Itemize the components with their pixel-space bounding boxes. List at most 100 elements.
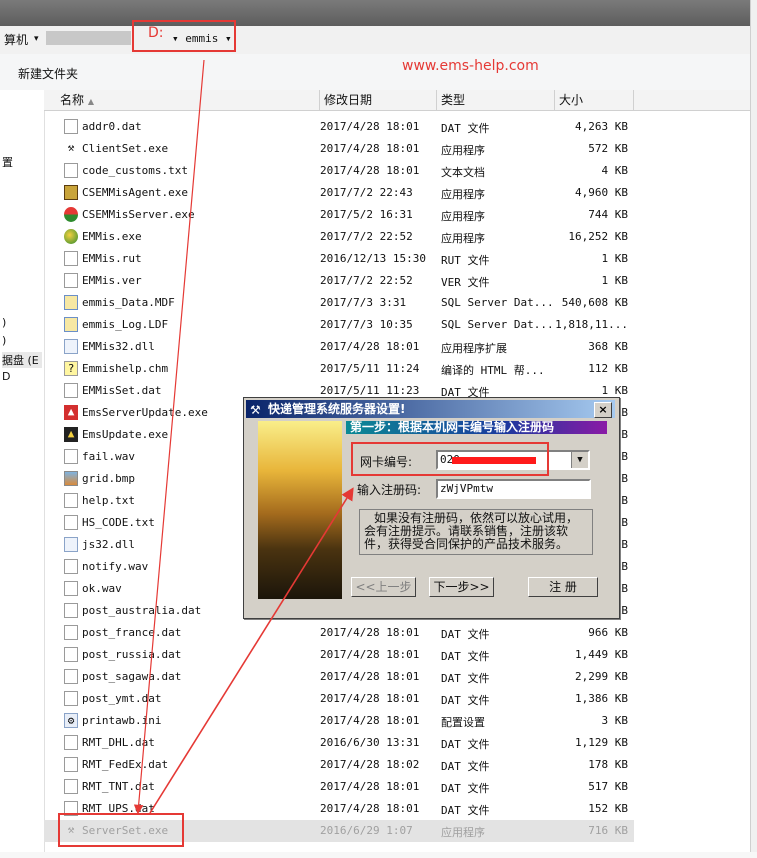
- file-name: notify.wav: [82, 560, 149, 573]
- file-size: 540,608 KB: [561, 296, 628, 309]
- file-name: CSEMMisServer.exe: [82, 208, 195, 221]
- file-type: DAT 文件: [441, 782, 490, 795]
- file-date: 2017/7/2 22:52: [320, 274, 413, 287]
- file-row[interactable]: CSEMMisServer.exe 2017/5/2 16:31 应用程序 744 K…: [44, 204, 634, 226]
- file-date: 2017/4/28 18:01: [320, 714, 420, 727]
- file-date: 2017/4/28 18:01: [320, 648, 420, 661]
- file-row[interactable]: RMT_DHL.dat 2016/6/30 13:31 DAT 文件 1,129 KB: [44, 732, 634, 754]
- doc-icon: [64, 691, 78, 706]
- file-row[interactable]: EMMis.rut 2016/12/13 15:30 RUT 文件 1 KB: [44, 248, 634, 270]
- column-header-date[interactable]: 修改日期: [320, 90, 437, 110]
- file-size: 517 KB: [588, 780, 628, 793]
- file-row[interactable]: ⚙ printawb.ini 2017/4/28 18:01 配置设置 3 KB: [44, 710, 634, 732]
- file-name: EMMis.ver: [82, 274, 142, 287]
- dll-icon: [64, 537, 78, 552]
- nav-item[interactable]: 置: [2, 154, 13, 170]
- file-name: emmis_Data.MDF: [82, 296, 175, 309]
- vertical-scrollbar[interactable]: [750, 0, 757, 852]
- file-row[interactable]: ⚒ ClientSet.exe 2017/4/28 18:01 应用程序 572 KB: [44, 138, 634, 160]
- file-row[interactable]: ? Emmishelp.chm 2017/5/11 11:24 编译的 HTML 帮.…: [44, 358, 634, 380]
- nav-item[interactable]: ): [2, 334, 6, 347]
- file-date: 2017/4/28 18:02: [320, 758, 420, 771]
- server-settings-dialog: ⚒ 快递管理系统服务器设置! × 第一步：根据本机网卡编号输入注册码 网卡编号:…: [243, 397, 620, 619]
- file-size: 1 KB: [601, 274, 629, 287]
- doc-icon: [64, 669, 78, 684]
- file-row[interactable]: post_france.dat 2017/4/28 18:01 DAT 文件 966 …: [44, 622, 634, 644]
- file-name: emmis_Log.LDF: [82, 318, 169, 331]
- file-size: 1,449 KB: [575, 648, 628, 661]
- file-row[interactable]: code_customs.txt 2017/4/28 18:01 文本文档 4 KB: [44, 160, 634, 182]
- file-type: 编译的 HTML 帮...: [441, 364, 545, 377]
- file-name: RMT_FedEx.dat: [82, 758, 169, 771]
- close-icon[interactable]: ×: [594, 402, 612, 418]
- navigation-pane[interactable]: 置 ) ) 据盘 (E D: [0, 90, 45, 852]
- file-row[interactable]: addr0.dat 2017/4/28 18:01 DAT 文件 4,263 KB: [44, 116, 634, 138]
- file-row[interactable]: EMMis32.dll 2017/4/28 18:01 应用程序扩展 368 KB: [44, 336, 634, 358]
- file-date: 2016/12/13 15:30: [320, 252, 426, 265]
- watermark-url: www.ems-help.com: [402, 58, 539, 74]
- file-date: 2016/6/30 13:31: [320, 736, 420, 749]
- next-step-button[interactable]: 下一步>>: [429, 577, 494, 597]
- file-row[interactable]: post_russia.dat 2017/4/28 18:01 DAT 文件 1,44…: [44, 644, 634, 666]
- file-name: fail.wav: [82, 450, 135, 463]
- nav-item[interactable]: D: [2, 370, 10, 383]
- dialog-title-bar[interactable]: ⚒ 快递管理系统服务器设置! ×: [246, 400, 615, 418]
- file-date: 2017/7/3 10:35: [320, 318, 413, 331]
- file-name: printawb.ini: [82, 714, 162, 727]
- file-row[interactable]: CSEMMisAgent.exe 2017/7/2 22:43 应用程序 4,960 …: [44, 182, 634, 204]
- file-row[interactable]: RMT_TNT.dat 2017/4/28 18:01 DAT 文件 517 KB: [44, 776, 634, 798]
- file-row[interactable]: post_ymt.dat 2017/4/28 18:01 DAT 文件 1,386 K…: [44, 688, 634, 710]
- file-type: DAT 文件: [441, 804, 490, 817]
- column-header-name[interactable]: 名称 ▲: [58, 90, 320, 110]
- file-size: 1,129 KB: [575, 736, 628, 749]
- file-row[interactable]: emmis_Log.LDF 2017/7/3 10:35 SQL Server Da…: [44, 314, 634, 336]
- new-folder-button[interactable]: 新建文件夹: [18, 65, 78, 82]
- doc-icon: [64, 735, 78, 750]
- reg-code-input[interactable]: zWjVPmtw: [436, 479, 591, 499]
- address-bar[interactable]: 算机 ▾: [0, 26, 750, 55]
- file-name: EmsServerUpdate.exe: [82, 406, 208, 419]
- image-icon: [64, 471, 78, 486]
- file-date: 2017/7/3 3:31: [320, 296, 407, 309]
- doc-icon: [64, 625, 78, 640]
- file-date: 2017/4/28 18:01: [320, 670, 420, 683]
- prev-step-button[interactable]: <<上一步: [351, 577, 416, 597]
- doc-icon: [64, 163, 78, 178]
- register-button[interactable]: 注 册: [528, 577, 598, 597]
- doc-icon: [64, 581, 78, 596]
- address-highlight-box: [132, 20, 236, 52]
- doc-icon: [64, 251, 78, 266]
- help-icon: ?: [64, 361, 78, 376]
- nav-item[interactable]: ): [2, 316, 6, 329]
- address-computer-segment[interactable]: 算机: [4, 31, 28, 48]
- db-icon: [64, 295, 78, 310]
- column-header-type[interactable]: 类型: [437, 90, 555, 110]
- toolbar: [0, 54, 750, 90]
- dll-icon: [64, 339, 78, 354]
- file-name: ok.wav: [82, 582, 122, 595]
- file-row[interactable]: post_sagawa.dat 2017/4/28 18:01 DAT 文件 2,29…: [44, 666, 634, 688]
- file-row[interactable]: emmis_Data.MDF 2017/7/3 3:31 SQL Server Da…: [44, 292, 634, 314]
- file-date: 2016/6/29 1:07: [320, 824, 413, 837]
- doc-icon: [64, 119, 78, 134]
- file-row[interactable]: EMMis.exe 2017/7/2 22:52 应用程序 16,252 KB: [44, 226, 634, 248]
- file-row[interactable]: RMT_FedEx.dat 2017/4/28 18:02 DAT 文件 178 KB: [44, 754, 634, 776]
- column-header-size[interactable]: 大小: [555, 90, 634, 110]
- file-type: 应用程序扩展: [441, 342, 507, 355]
- chevron-down-icon[interactable]: ▾: [34, 34, 39, 44]
- file-type: 应用程序: [441, 232, 485, 245]
- chevron-down-icon[interactable]: ▼: [571, 452, 588, 468]
- file-name: Emmishelp.chm: [82, 362, 169, 375]
- file-row[interactable]: EMMis.ver 2017/7/2 22:52 VER 文件 1 KB: [44, 270, 634, 292]
- file-size: 2,299 KB: [575, 670, 628, 683]
- file-name: help.txt: [82, 494, 135, 507]
- file-name: EmsUpdate.exe: [82, 428, 169, 441]
- file-type: 文本文档: [441, 166, 485, 179]
- file-name: HS_CODE.txt: [82, 516, 155, 529]
- file-size: 1,386 KB: [575, 692, 628, 705]
- column-header-row: 名称 ▲ 修改日期 类型 大小: [44, 90, 750, 111]
- file-size: 1 KB: [601, 252, 629, 265]
- nav-item-selected[interactable]: 据盘 (E: [2, 352, 42, 368]
- doc-icon: [64, 449, 78, 464]
- file-name: EMMis.exe: [82, 230, 142, 243]
